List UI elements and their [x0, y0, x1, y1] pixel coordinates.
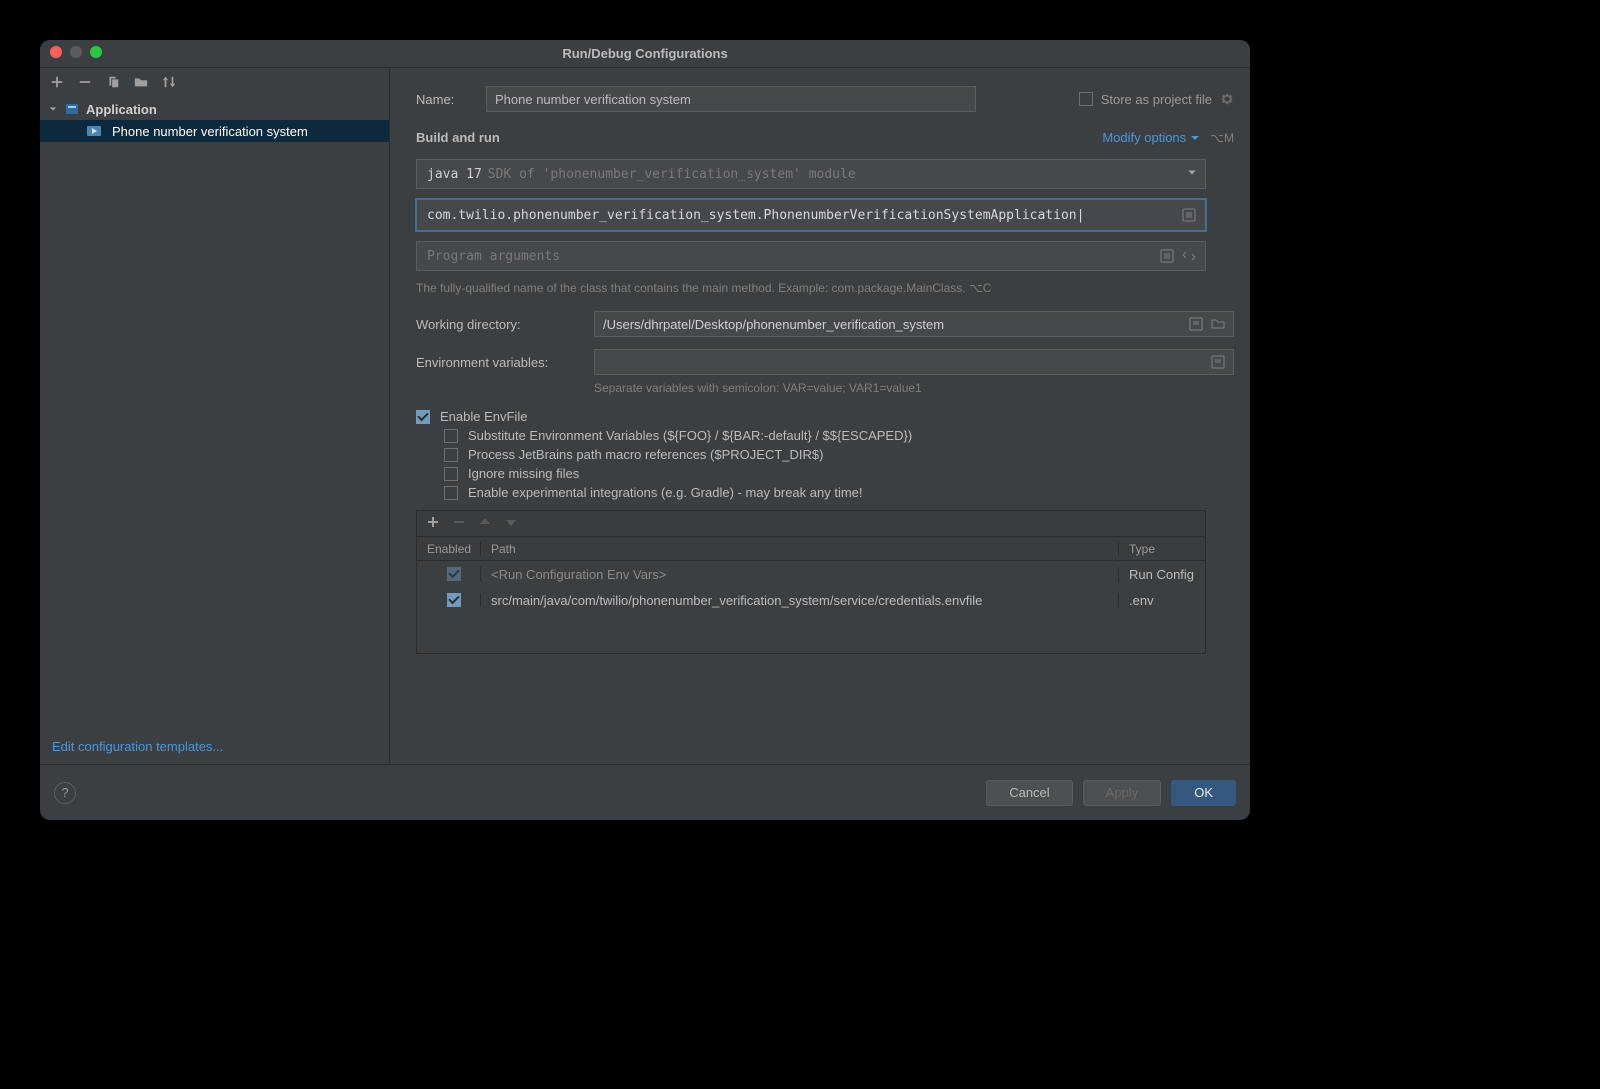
list-icon[interactable]: [1181, 207, 1197, 223]
envfile-table: Enabled Path Type <Run Configuration Env…: [416, 510, 1206, 654]
table-row[interactable]: src/main/java/com/twilio/phonenumber_ver…: [417, 587, 1205, 613]
config-form: Name: Store as project file Build and ru…: [390, 68, 1250, 764]
env-hint: Separate variables with semicolon: VAR=v…: [594, 381, 1234, 395]
dialog-title: Run/Debug Configurations: [562, 46, 727, 61]
main-class-input[interactable]: com.twilio.phonenumber_verification_syst…: [416, 199, 1206, 231]
titlebar: Run/Debug Configurations: [40, 40, 1250, 68]
config-sidebar: Application Phone number verification sy…: [40, 68, 390, 764]
enable-envfile-label: Enable EnvFile: [440, 409, 527, 424]
help-button[interactable]: ?: [54, 782, 76, 804]
table-down-icon[interactable]: [505, 516, 517, 531]
close-window-button[interactable]: [50, 46, 62, 58]
table-header: Enabled Path Type: [417, 537, 1205, 561]
cancel-button[interactable]: Cancel: [986, 780, 1072, 806]
substitute-env-label: Substitute Environment Variables (${FOO}…: [468, 428, 912, 443]
name-label: Name:: [416, 92, 486, 107]
list-icon[interactable]: [1210, 354, 1226, 370]
chevron-down-icon: [1190, 133, 1200, 143]
row-type: Run Config: [1119, 567, 1205, 582]
modify-shortcut: ⌥M: [1210, 131, 1234, 145]
main-class-value: com.twilio.phonenumber_verification_syst…: [427, 208, 1077, 223]
store-checkbox[interactable]: [1079, 92, 1093, 106]
edit-templates-link[interactable]: Edit configuration templates...: [52, 739, 223, 754]
table-remove-icon[interactable]: [453, 516, 465, 531]
row-path: src/main/java/com/twilio/phonenumber_ver…: [481, 593, 1119, 608]
sdk-selector[interactable]: java 17 SDK of 'phonenumber_verification…: [416, 159, 1206, 189]
row-enabled-checkbox: [447, 567, 461, 581]
window-controls: [50, 46, 102, 58]
maximize-window-button[interactable]: [90, 46, 102, 58]
list-icon[interactable]: [1188, 316, 1204, 332]
program-args-input[interactable]: Program arguments: [416, 241, 1206, 271]
store-label: Store as project file: [1101, 92, 1212, 107]
modify-options-link[interactable]: Modify options: [1102, 130, 1200, 145]
sort-config-icon[interactable]: [162, 75, 176, 89]
apply-button[interactable]: Apply: [1083, 780, 1162, 806]
table-up-icon[interactable]: [479, 516, 491, 531]
tree-item-label: Phone number verification system: [112, 124, 308, 139]
experimental-checkbox[interactable]: [444, 486, 458, 500]
tree-item-selected[interactable]: Phone number verification system: [40, 120, 389, 142]
application-type-icon: [64, 101, 80, 117]
process-macro-label: Process JetBrains path macro references …: [468, 447, 823, 462]
sdk-primary-text: java 17: [427, 167, 482, 182]
ok-button[interactable]: OK: [1171, 780, 1236, 806]
sdk-secondary-text: SDK of 'phonenumber_verification_system'…: [488, 167, 856, 182]
folder-config-icon[interactable]: [134, 75, 148, 89]
config-tree: Application Phone number verification sy…: [40, 96, 389, 729]
ignore-missing-label: Ignore missing files: [468, 466, 579, 481]
run-config-icon: [86, 123, 102, 139]
table-body: <Run Configuration Env Vars> Run Config …: [417, 561, 1205, 653]
row-path: <Run Configuration Env Vars>: [481, 567, 1119, 582]
run-debug-config-dialog: Run/Debug Configurations Application: [40, 40, 1250, 820]
name-input[interactable]: [486, 86, 976, 112]
add-config-icon[interactable]: [50, 75, 64, 89]
substitute-env-checkbox[interactable]: [444, 429, 458, 443]
sidebar-toolbar: [40, 68, 389, 96]
tree-node-label: Application: [86, 102, 157, 117]
col-type-header: Type: [1119, 542, 1205, 556]
folder-icon[interactable]: [1210, 316, 1226, 332]
row-enabled-checkbox[interactable]: [447, 593, 461, 607]
col-path-header: Path: [481, 542, 1119, 556]
minimize-window-button[interactable]: [70, 46, 82, 58]
remove-config-icon[interactable]: [78, 75, 92, 89]
store-as-project[interactable]: Store as project file: [1079, 92, 1234, 107]
copy-config-icon[interactable]: [106, 75, 120, 89]
dialog-footer: ? Cancel Apply OK: [40, 764, 1250, 820]
gear-icon[interactable]: [1220, 92, 1234, 106]
table-row[interactable]: <Run Configuration Env Vars> Run Config: [417, 561, 1205, 587]
env-vars-input[interactable]: [594, 349, 1234, 375]
ignore-missing-checkbox[interactable]: [444, 467, 458, 481]
main-class-hint: The fully-qualified name of the class th…: [416, 281, 1234, 295]
env-label: Environment variables:: [416, 355, 594, 370]
col-enabled-header: Enabled: [417, 542, 481, 556]
tree-node-application[interactable]: Application: [40, 98, 389, 120]
table-add-icon[interactable]: [427, 516, 439, 531]
wd-label: Working directory:: [416, 317, 594, 332]
list-icon[interactable]: [1159, 248, 1175, 264]
build-run-section-title: Build and run: [416, 130, 500, 145]
enable-envfile-checkbox[interactable]: [416, 410, 430, 424]
row-type: .env: [1119, 593, 1205, 608]
working-directory-input[interactable]: [594, 311, 1234, 337]
expand-icon[interactable]: [1181, 248, 1197, 264]
program-args-placeholder: Program arguments: [427, 249, 560, 264]
chevron-down-icon: [48, 104, 58, 114]
process-macro-checkbox[interactable]: [444, 448, 458, 462]
dropdown-icon: [1187, 167, 1197, 182]
experimental-label: Enable experimental integrations (e.g. G…: [468, 485, 863, 500]
